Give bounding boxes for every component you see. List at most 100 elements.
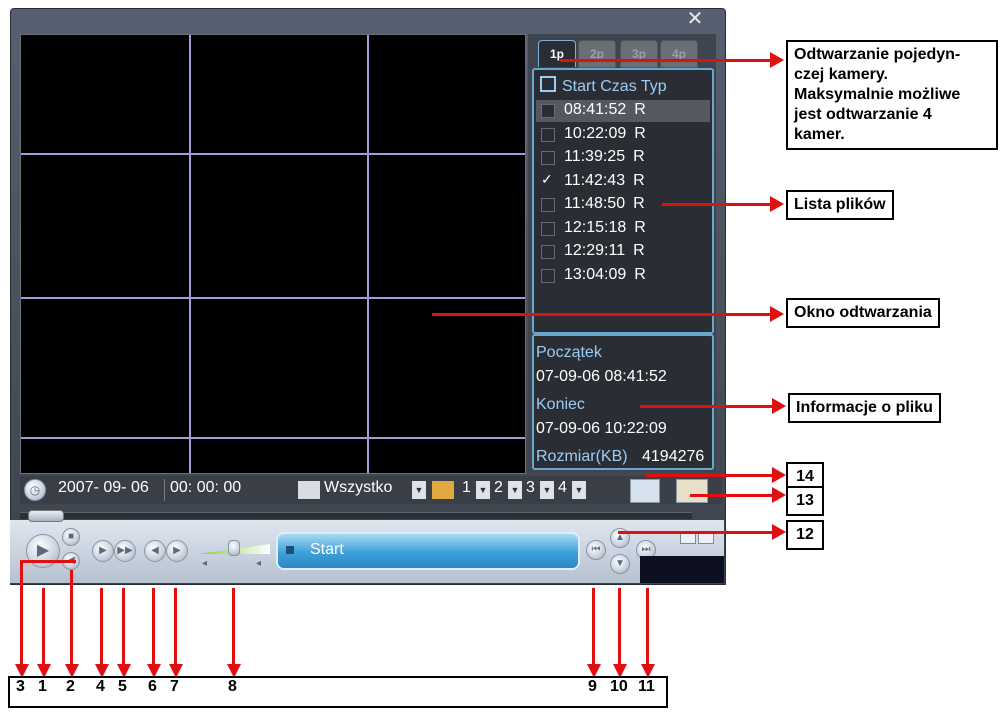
arrow-icon xyxy=(770,196,784,212)
file-checkbox[interactable] xyxy=(541,221,555,236)
date-field[interactable]: 2007- 09- 06 xyxy=(58,479,149,497)
file-list-item[interactable]: 08:41:52 R xyxy=(536,100,710,122)
chevron-down-icon[interactable]: ▼ xyxy=(476,481,490,499)
annotation-line xyxy=(174,588,177,668)
divider xyxy=(164,479,165,501)
file-time-type: 11:42:43 R xyxy=(564,172,645,190)
callout-13: 13 xyxy=(786,486,824,516)
annotation-line xyxy=(122,588,125,668)
file-list-item[interactable]: 12:15:18 R xyxy=(536,218,710,240)
file-type: R xyxy=(634,101,646,118)
channel-icon[interactable] xyxy=(432,481,454,499)
search-toolbar: ◷ 2007- 09- 06 00: 00: 00 Wszystko ▼ 1 ▼… xyxy=(20,476,722,504)
close-icon[interactable]: ✕ xyxy=(686,9,704,29)
next-record-button[interactable]: ▼ xyxy=(610,554,630,574)
annotation-line xyxy=(432,313,772,316)
slow-play-button[interactable]: ▶ xyxy=(92,540,114,562)
next-frame-button[interactable]: ▶ xyxy=(166,540,188,562)
file-checkbox[interactable] xyxy=(541,104,555,118)
callout-file-info: Informacje o pliku xyxy=(788,393,941,423)
end-value: 07-09-06 10:22:09 xyxy=(536,420,667,437)
file-time-type: 11:48:50 R xyxy=(564,195,645,213)
number-1: 1 xyxy=(38,678,47,695)
tab-3p[interactable]: 3p xyxy=(620,40,658,68)
chevron-down-icon[interactable]: ▼ xyxy=(412,481,426,499)
channel-4[interactable]: 4 xyxy=(558,479,567,497)
previous-frame-button[interactable]: ◀ xyxy=(144,540,166,562)
arrow-icon xyxy=(772,398,786,414)
grid-line xyxy=(21,153,525,155)
file-list-item[interactable]: ✓ 11:42:43 R xyxy=(536,171,710,193)
file-list[interactable]: Start Czas Typ 08:41:52 R 10:22:09 R 11:39:2… xyxy=(532,68,714,334)
tab-1p[interactable]: 1p xyxy=(538,40,576,67)
channel-1[interactable]: 1 xyxy=(462,479,471,497)
type-filter-select[interactable]: Wszystko xyxy=(324,479,392,497)
file-time: 11:48:50 xyxy=(564,195,626,212)
clock-icon[interactable]: ◷ xyxy=(24,479,46,501)
file-list-item[interactable]: 12:29:11 R xyxy=(536,241,710,263)
arrow-icon xyxy=(770,52,784,68)
file-time: 11:39:25 xyxy=(564,148,626,165)
callout-single-camera: Odtwarzanie pojedyn- czej kamery. Maksym… xyxy=(786,40,998,150)
previous-file-button[interactable]: ⏮ xyxy=(586,540,606,560)
file-list-header: Start Czas Typ xyxy=(540,76,667,96)
channel-3[interactable]: 3 xyxy=(526,479,535,497)
file-time: 10:22:09 xyxy=(564,124,627,142)
chevron-down-icon[interactable]: ▼ xyxy=(540,481,554,499)
file-list-item[interactable]: 10:22:09 R xyxy=(536,124,710,146)
file-checkbox[interactable] xyxy=(541,127,555,142)
file-list-item[interactable]: 13:04:09 R xyxy=(536,265,710,287)
size-value: 4194276 xyxy=(642,448,705,465)
annotation-line xyxy=(646,474,774,477)
file-time-type: 12:15:18 R xyxy=(564,219,646,237)
status-indicator-icon xyxy=(286,546,294,554)
annotation-line xyxy=(592,588,595,668)
file-type: R xyxy=(634,124,646,142)
channel-2[interactable]: 2 xyxy=(494,479,503,497)
annotation-line xyxy=(690,494,774,497)
seek-bar[interactable] xyxy=(20,512,692,519)
annotation-line xyxy=(618,588,621,668)
stop-button[interactable]: ■ xyxy=(62,528,80,546)
size-label: Rozmiar(KB) xyxy=(536,448,628,465)
arrow-icon xyxy=(772,487,786,503)
number-6: 6 xyxy=(148,678,157,695)
annotation-line xyxy=(560,59,772,62)
time-field[interactable]: 00: 00: 00 xyxy=(170,479,241,497)
save-icon[interactable] xyxy=(540,76,556,92)
search-icon[interactable] xyxy=(676,479,708,503)
file-time: 12:15:18 xyxy=(564,218,627,236)
start-button[interactable]: Start xyxy=(276,532,580,570)
number-8: 8 xyxy=(228,678,237,695)
callout-line: czej kamery. xyxy=(794,66,888,83)
fast-play-button[interactable]: ▶▶ xyxy=(114,540,136,562)
grid-line xyxy=(21,297,525,299)
annotation-line xyxy=(662,203,772,206)
file-checkbox[interactable] xyxy=(541,151,555,165)
file-checkbox[interactable]: ✓ xyxy=(541,171,553,188)
chevron-down-icon[interactable]: ▼ xyxy=(572,481,586,499)
panel-corner xyxy=(640,556,724,583)
file-checkbox[interactable] xyxy=(541,198,555,212)
callout-12: 12 xyxy=(786,520,824,550)
annotation-line xyxy=(20,560,23,668)
backup-icon[interactable] xyxy=(630,479,660,503)
list-icon[interactable] xyxy=(298,481,320,499)
file-checkbox[interactable] xyxy=(541,268,555,283)
file-list-header-label: Start Czas Typ xyxy=(562,78,667,95)
tab-2p[interactable]: 2p xyxy=(578,40,616,68)
annotation-line xyxy=(42,588,45,668)
callout-file-list: Lista plików xyxy=(786,190,894,220)
file-checkbox[interactable] xyxy=(541,245,555,259)
chevron-down-icon[interactable]: ▼ xyxy=(508,481,522,499)
volume-low-icon: ◂ xyxy=(202,558,208,569)
tab-4p[interactable]: 4p xyxy=(660,40,698,68)
number-9: 9 xyxy=(588,678,597,695)
file-time: 13:04:09 xyxy=(564,265,627,283)
number-5: 5 xyxy=(118,678,127,695)
playback-video-area[interactable] xyxy=(20,34,526,474)
file-list-item[interactable]: 11:39:25 R xyxy=(536,147,710,169)
volume-handle[interactable] xyxy=(228,540,240,556)
file-time-type: 11:39:25 R xyxy=(564,148,645,166)
seek-handle[interactable] xyxy=(28,510,64,522)
